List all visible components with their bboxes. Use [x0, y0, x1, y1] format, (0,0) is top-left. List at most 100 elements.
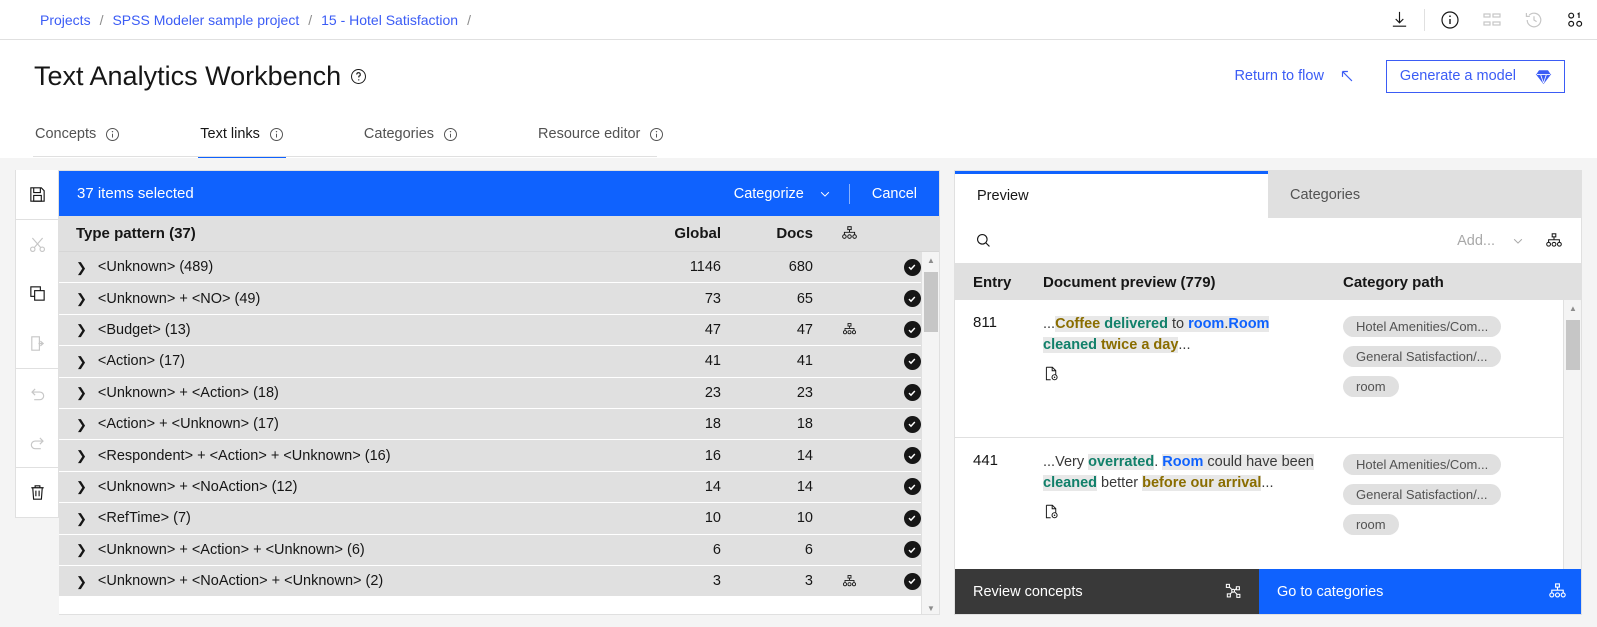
download-icon[interactable] [1378, 0, 1420, 40]
chevron-right-icon[interactable]: ❯ [76, 386, 87, 399]
redo-icon[interactable] [16, 418, 58, 467]
row-pattern-cell[interactable]: ❯ <Unknown> + <Action> + <Unknown> (6) [59, 542, 625, 558]
table-row[interactable]: ❯ <Unknown> (489) 1146 680 [59, 252, 939, 284]
delete-icon[interactable] [16, 468, 58, 517]
chevron-right-icon[interactable]: ❯ [76, 418, 87, 431]
column-header-global[interactable]: Global [625, 225, 721, 242]
preview-token[interactable]: twice a day [1101, 337, 1179, 353]
gem-icon [1534, 67, 1553, 86]
go-to-categories-button[interactable]: Go to categories [1259, 569, 1581, 614]
chevron-right-icon[interactable]: ❯ [76, 543, 87, 556]
table-row[interactable]: ❯ <Unknown> + <NoAction> (12) 14 14 [59, 471, 939, 504]
table-row[interactable]: ❯ <Unknown> + <NoAction> + <Unknown> (2) 3… [59, 565, 939, 598]
category-path-pill[interactable]: General Satisfaction/... [1343, 484, 1501, 505]
history-icon[interactable] [1513, 0, 1555, 40]
chevron-right-icon[interactable]: ❯ [76, 292, 87, 305]
sitemap-icon[interactable] [813, 322, 885, 337]
sitemap-icon[interactable] [813, 225, 885, 242]
row-pattern-cell[interactable]: ❯ <Unknown> + <NO> (49) [59, 291, 625, 307]
preview-token[interactable]: Coffee [1055, 316, 1101, 332]
scrollbar-thumb[interactable] [1566, 320, 1580, 370]
preview-token[interactable]: before our arrival [1142, 475, 1262, 491]
column-header-type-pattern[interactable]: Type pattern (37) [59, 225, 625, 242]
undo-icon[interactable] [16, 369, 58, 418]
scrollbar-thumb[interactable] [924, 272, 938, 332]
sitemap-icon[interactable] [1471, 0, 1513, 40]
search-input[interactable] [992, 232, 1458, 249]
preview-row[interactable]: 441 ...Very overrated. Room could have be… [955, 438, 1581, 576]
column-header-docs[interactable]: Docs [721, 225, 813, 242]
chevron-right-icon[interactable]: ❯ [76, 449, 87, 462]
chevron-right-icon[interactable]: ❯ [76, 480, 87, 493]
copy-icon[interactable] [16, 269, 58, 318]
sitemap-icon[interactable] [813, 574, 885, 589]
preview-token[interactable]: Room [1228, 316, 1270, 332]
scroll-up-icon[interactable]: ▲ [1564, 300, 1581, 316]
table-row[interactable]: ❯ <RefTime> (7) 10 10 [59, 503, 939, 535]
row-pattern-cell[interactable]: ❯ <Unknown> + <Action> (18) [59, 385, 625, 401]
help-icon[interactable] [350, 68, 367, 85]
preview-scrollbar[interactable]: ▲ ▼ [1563, 300, 1581, 588]
tab-categories[interactable]: Categories [362, 112, 460, 158]
tab-resource-editor[interactable]: Resource editor [536, 112, 666, 158]
search-icon[interactable] [975, 232, 992, 249]
table-row[interactable]: ❯ <Budget> (13) 47 47 [59, 314, 939, 347]
chevron-right-icon[interactable]: ❯ [76, 261, 87, 274]
document-view-icon[interactable] [1043, 503, 1325, 520]
preview-token[interactable]: overrated [1088, 454, 1155, 470]
scroll-down-icon[interactable]: ▼ [922, 600, 939, 614]
categorize-dropdown[interactable]: Categorize [734, 186, 849, 202]
category-path-pill[interactable]: Hotel Amenities/Com... [1343, 454, 1502, 475]
add-dropdown[interactable]: Add... [1457, 233, 1545, 249]
table-row[interactable]: ❯ <Respondent> + <Action> + <Unknown> (16… [59, 440, 939, 472]
preview-token[interactable]: room [1188, 316, 1225, 332]
chevron-right-icon[interactable]: ❯ [76, 512, 87, 525]
category-path-pill[interactable]: room [1343, 376, 1399, 397]
row-pattern-cell[interactable]: ❯ <Respondent> + <Action> + <Unknown> (16… [59, 448, 625, 464]
chevron-right-icon[interactable]: ❯ [76, 575, 87, 588]
table-row[interactable]: ❯ <Unknown> + <Action> (18) 23 23 [59, 377, 939, 409]
paste-icon[interactable] [16, 318, 58, 367]
cut-icon[interactable] [16, 220, 58, 269]
tab-text-links[interactable]: Text links [198, 112, 286, 158]
info-icon[interactable] [1429, 0, 1471, 40]
table-row[interactable]: ❯ <Unknown> + <NO> (49) 73 65 [59, 283, 939, 315]
tab-preview[interactable]: Preview [955, 171, 1268, 218]
tab-panel-categories[interactable]: Categories [1268, 171, 1581, 218]
data-bits-icon[interactable] [1555, 0, 1597, 40]
row-pattern-cell[interactable]: ❯ <RefTime> (7) [59, 510, 625, 526]
row-pattern-cell[interactable]: ❯ <Budget> (13) [59, 322, 625, 338]
preview-token[interactable]: Room [1162, 454, 1204, 470]
category-path-pill[interactable]: General Satisfaction/... [1343, 346, 1501, 367]
sitemap-icon[interactable] [1545, 232, 1567, 250]
breadcrumb-item-projects[interactable]: Projects [40, 12, 91, 28]
preview-token[interactable]: cleaned [1043, 475, 1097, 491]
save-icon[interactable] [16, 170, 58, 219]
breadcrumb-item-hotel-satisfaction[interactable]: 15 - Hotel Satisfaction [321, 12, 458, 28]
table-row[interactable]: ❯ <Action> (17) 41 41 [59, 346, 939, 378]
preview-row[interactable]: 811 ...Coffee delivered to room.Room clea… [955, 300, 1581, 438]
breadcrumb-item-sample-project[interactable]: SPSS Modeler sample project [112, 12, 299, 28]
table-row[interactable]: ❯ <Unknown> + <Action> + <Unknown> (6) 6 6 [59, 534, 939, 566]
cancel-button[interactable]: Cancel [850, 186, 939, 202]
scroll-up-icon[interactable]: ▲ [922, 252, 939, 268]
row-pattern-cell[interactable]: ❯ <Action> (17) [59, 353, 625, 369]
generate-a-model-button[interactable]: Generate a model [1385, 59, 1565, 93]
category-path-pill[interactable]: room [1343, 514, 1399, 535]
category-path-pill[interactable]: Hotel Amenities/Com... [1343, 316, 1502, 337]
review-concepts-button[interactable]: Review concepts [955, 569, 1259, 614]
preview-token[interactable]: delivered [1104, 316, 1168, 332]
row-pattern-cell[interactable]: ❯ <Unknown> + <NoAction> (12) [59, 479, 625, 495]
preview-token[interactable]: cleaned [1043, 337, 1097, 353]
row-pattern-cell[interactable]: ❯ <Unknown> (489) [59, 259, 625, 275]
row-pattern-cell[interactable]: ❯ <Unknown> + <NoAction> + <Unknown> (2) [59, 573, 625, 589]
chevron-right-icon[interactable]: ❯ [76, 355, 87, 368]
chevron-right-icon[interactable]: ❯ [76, 323, 87, 336]
tab-concepts[interactable]: Concepts [33, 112, 122, 158]
document-view-icon[interactable] [1043, 365, 1325, 382]
table-scrollbar[interactable]: ▲ ▼ [921, 252, 939, 614]
row-pattern-cell[interactable]: ❯ <Action> + <Unknown> (17) [59, 416, 625, 432]
preview-token: could have been [1203, 454, 1314, 470]
return-to-flow-button[interactable]: Return to flow [1226, 67, 1363, 85]
table-row[interactable]: ❯ <Action> + <Unknown> (17) 18 18 [59, 408, 939, 441]
